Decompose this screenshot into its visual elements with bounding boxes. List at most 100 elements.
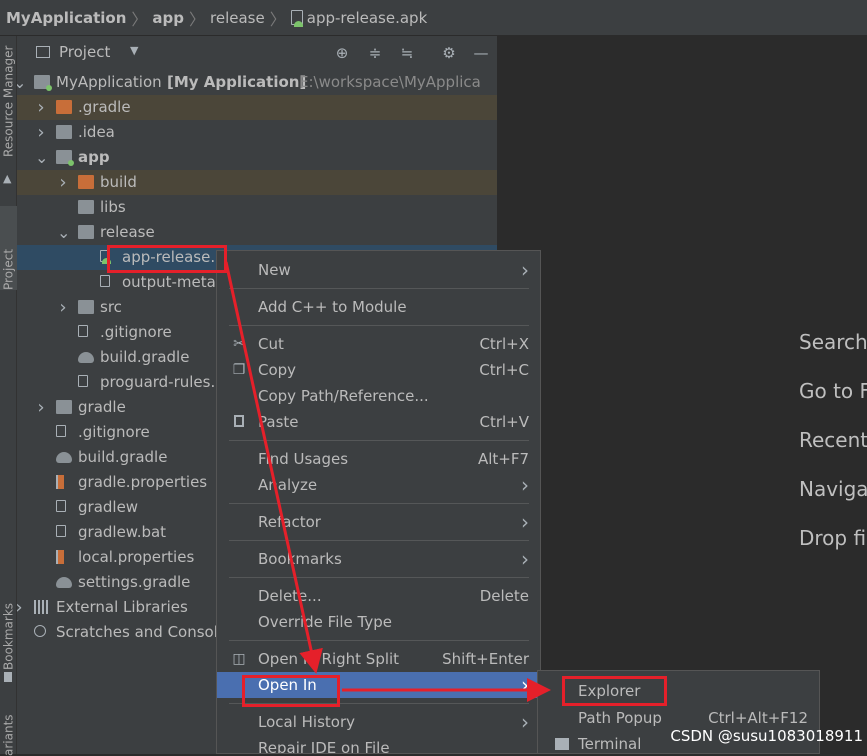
chevron-right-icon[interactable]: › [57,170,69,195]
collapse-all-icon[interactable]: ≒ [398,44,416,62]
chevron-right-icon[interactable]: › [35,395,47,420]
gear-icon[interactable]: ⚙ [440,44,458,62]
chevron-right-icon[interactable]: › [35,120,47,145]
module-folder-icon [56,150,74,166]
menu-item-label: Analyze [258,476,318,494]
menu-item-label: Open In Right Split [258,650,400,668]
menu-item-analyze[interactable]: Analyze › [217,472,540,498]
chevron-right-icon[interactable]: › [17,595,25,620]
gradle-elephant-icon [56,452,72,463]
tree-item-label: .idea [78,123,115,141]
menu-separator [229,440,529,441]
menu-item-copy-path-reference[interactable]: Copy Path/Reference... [217,383,540,409]
folder-icon [56,100,72,114]
properties-file-icon [56,550,70,564]
tree-item-label: libs [100,198,126,216]
chevron-down-icon[interactable]: ⌄ [17,70,26,95]
menu-item-shortcut: Alt+F7 [477,450,529,468]
project-view-selector[interactable]: Project [59,43,110,61]
tab-bookmarks[interactable]: Bookmarks [0,596,17,670]
menu-item-override-file-type[interactable]: Override File Type [217,609,540,635]
folder-icon [78,300,94,314]
menu-item-add-c-to-module[interactable]: Add C++ to Module [217,294,540,320]
menu-item-label: Bookmarks [258,550,342,568]
gitignore-file-icon [78,325,88,337]
tree-item-label: src [100,298,122,316]
chevron-down-icon[interactable]: ⌄ [35,145,48,170]
menu-item-refactor[interactable]: Refactor › [217,509,540,535]
tree-item-label: gradle.properties [78,473,208,491]
menu-item-delete[interactable]: Delete... Delete [217,583,540,609]
watermark: CSDN @susu1083018911 [670,727,863,745]
menu-item-label: Copy Path/Reference... [258,387,429,405]
split-icon: ◫ [232,651,246,667]
tree-item-label: MyApplication [56,73,162,91]
chevron-right-icon: 〉 [189,9,206,29]
breadcrumb-app[interactable]: app [152,9,184,27]
hint-search: Search [799,330,867,354]
chevron-right-icon[interactable]: › [35,95,47,120]
menu-item-label: Repair IDE on File [258,739,390,754]
submenu-item-label: Path Popup [578,709,662,727]
chevron-down-icon[interactable]: ▼ [130,44,138,57]
menu-item-repair-ide-on-file[interactable]: Repair IDE on File [217,735,540,754]
tree-item-label: gradle [78,398,126,416]
menu-item-find-usages[interactable]: Find Usages Alt+F7 [217,446,540,472]
gradle-elephant-icon [56,577,72,588]
folder-icon [56,125,72,139]
minimize-icon[interactable]: — [472,44,490,62]
menu-item-cut[interactable]: ✂ Cut Ctrl+X [217,331,540,357]
menu-item-copy[interactable]: ❐ Copy Ctrl+C [217,357,540,383]
menu-item-label: Paste [258,413,299,431]
tab-build-variants[interactable]: ariants [0,714,17,756]
menu-item-label: Refactor [258,513,321,531]
resource-manager-icon: ▲ [3,172,12,185]
tree-item-label: app [78,148,110,166]
menu-separator [229,503,529,504]
annotation-box-apk [107,245,227,273]
breadcrumb-file[interactable]: app-release.apk [307,9,428,27]
annotation-box-open-in [242,675,340,707]
folder-icon [78,225,94,239]
menu-item-paste[interactable]: Paste Ctrl+V [217,409,540,435]
breadcrumb-project[interactable]: MyApplication [6,9,126,27]
menu-item-shortcut: Shift+Enter [442,650,529,668]
hint-drop-files: Drop fi [799,526,867,550]
tab-resource-manager[interactable]: Resource Manager [0,46,17,166]
tab-project[interactable]: Project [0,206,17,290]
json-file-icon [100,275,110,287]
tree-item[interactable]: › .idea [17,120,497,145]
tree-item-label: build.gradle [78,448,168,466]
module-folder-icon [34,75,52,91]
chevron-right-icon: 〉 [269,9,286,29]
menu-item-bookmarks[interactable]: Bookmarks › [217,546,540,572]
tree-item-label: build [100,173,137,191]
menu-separator [229,325,529,326]
text-file-icon [56,525,66,537]
tree-item[interactable]: libs [17,195,497,220]
tree-item[interactable]: › .gradle [17,95,497,120]
chevron-right-icon: › [521,710,529,734]
tree-item[interactable]: ⌄ app [17,145,497,170]
menu-separator [229,288,529,289]
chevron-right-icon[interactable]: › [57,295,69,320]
breadcrumb-release[interactable]: release [210,9,265,27]
menu-item-shortcut: Delete [479,587,529,605]
tree-item[interactable]: › build [17,170,497,195]
folder-icon [78,175,94,189]
menu-separator [229,577,529,578]
tree-item[interactable]: ⌄ release [17,220,497,245]
folder-icon [56,400,72,414]
chevron-down-icon[interactable]: ⌄ [57,220,70,245]
tree-item-label: .gitignore [100,323,172,341]
expand-all-icon[interactable]: ≑ [366,44,384,62]
tree-item-label: local.properties [78,548,195,566]
menu-item-open-in-right-split[interactable]: ◫ Open In Right Split Shift+Enter [217,646,540,672]
menu-item-new[interactable]: New › [217,257,540,283]
tree-item-label: gradlew.bat [78,523,167,541]
tree-item-label: .gitignore [78,423,150,441]
target-icon[interactable]: ⊕ [333,44,351,62]
tree-item[interactable]: ⌄ MyApplication [My Application] E:\workspa… [17,70,497,95]
menu-item-local-history[interactable]: Local History › [217,709,540,735]
module-path: E:\workspace\MyApplica [299,73,481,91]
